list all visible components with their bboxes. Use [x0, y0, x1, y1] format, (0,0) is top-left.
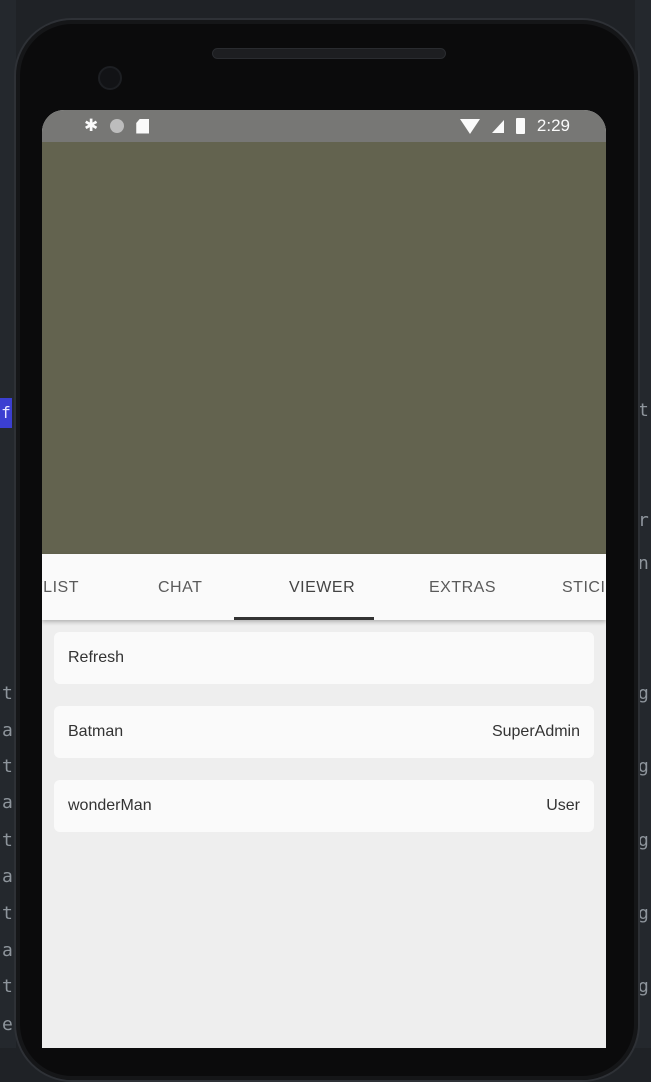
earpiece-speaker [212, 48, 446, 59]
viewer-role: SuperAdmin [491, 723, 580, 740]
tab-viewer[interactable]: VIEWER [289, 554, 355, 620]
tab-bar: YLIST CHAT VIEWER EXTRAS STICI [42, 554, 606, 620]
ide-highlight: f [0, 398, 12, 428]
list-item[interactable]: Batman SuperAdmin [54, 706, 594, 758]
settings-icon: ✱ [84, 116, 99, 135]
refresh-label: Refresh [68, 649, 125, 666]
viewer-name: wonderMan [68, 797, 152, 814]
refresh-button[interactable]: Refresh [54, 632, 594, 684]
status-time: 2:29 [536, 116, 570, 135]
battery-icon [515, 118, 525, 134]
status-right-icons: 2:29 [459, 116, 570, 136]
selected-tab-indicator [234, 617, 374, 620]
signal-icon [491, 119, 504, 133]
tab-playlist[interactable]: YLIST [42, 554, 79, 620]
circle-icon [110, 119, 125, 133]
status-left-icons: ✱ [84, 116, 150, 136]
device-screen: ✱ 2:29 YLIST CHAT VIEWER EXTRAS STICI Re… [42, 110, 606, 1048]
sd-card-icon [136, 118, 150, 134]
viewer-role: User [546, 797, 580, 814]
video-player-area[interactable] [42, 142, 606, 554]
wifi-icon [459, 118, 480, 134]
tab-chat[interactable]: CHAT [158, 554, 202, 620]
viewer-list: Refresh Batman SuperAdmin wonderMan User [42, 620, 606, 832]
front-camera [98, 66, 122, 90]
viewer-name: Batman [68, 723, 124, 740]
tab-extras[interactable]: EXTRAS [429, 554, 496, 620]
list-item[interactable]: wonderMan User [54, 780, 594, 832]
status-bar: ✱ 2:29 [42, 110, 606, 142]
tab-sticker[interactable]: STICI [562, 554, 605, 620]
